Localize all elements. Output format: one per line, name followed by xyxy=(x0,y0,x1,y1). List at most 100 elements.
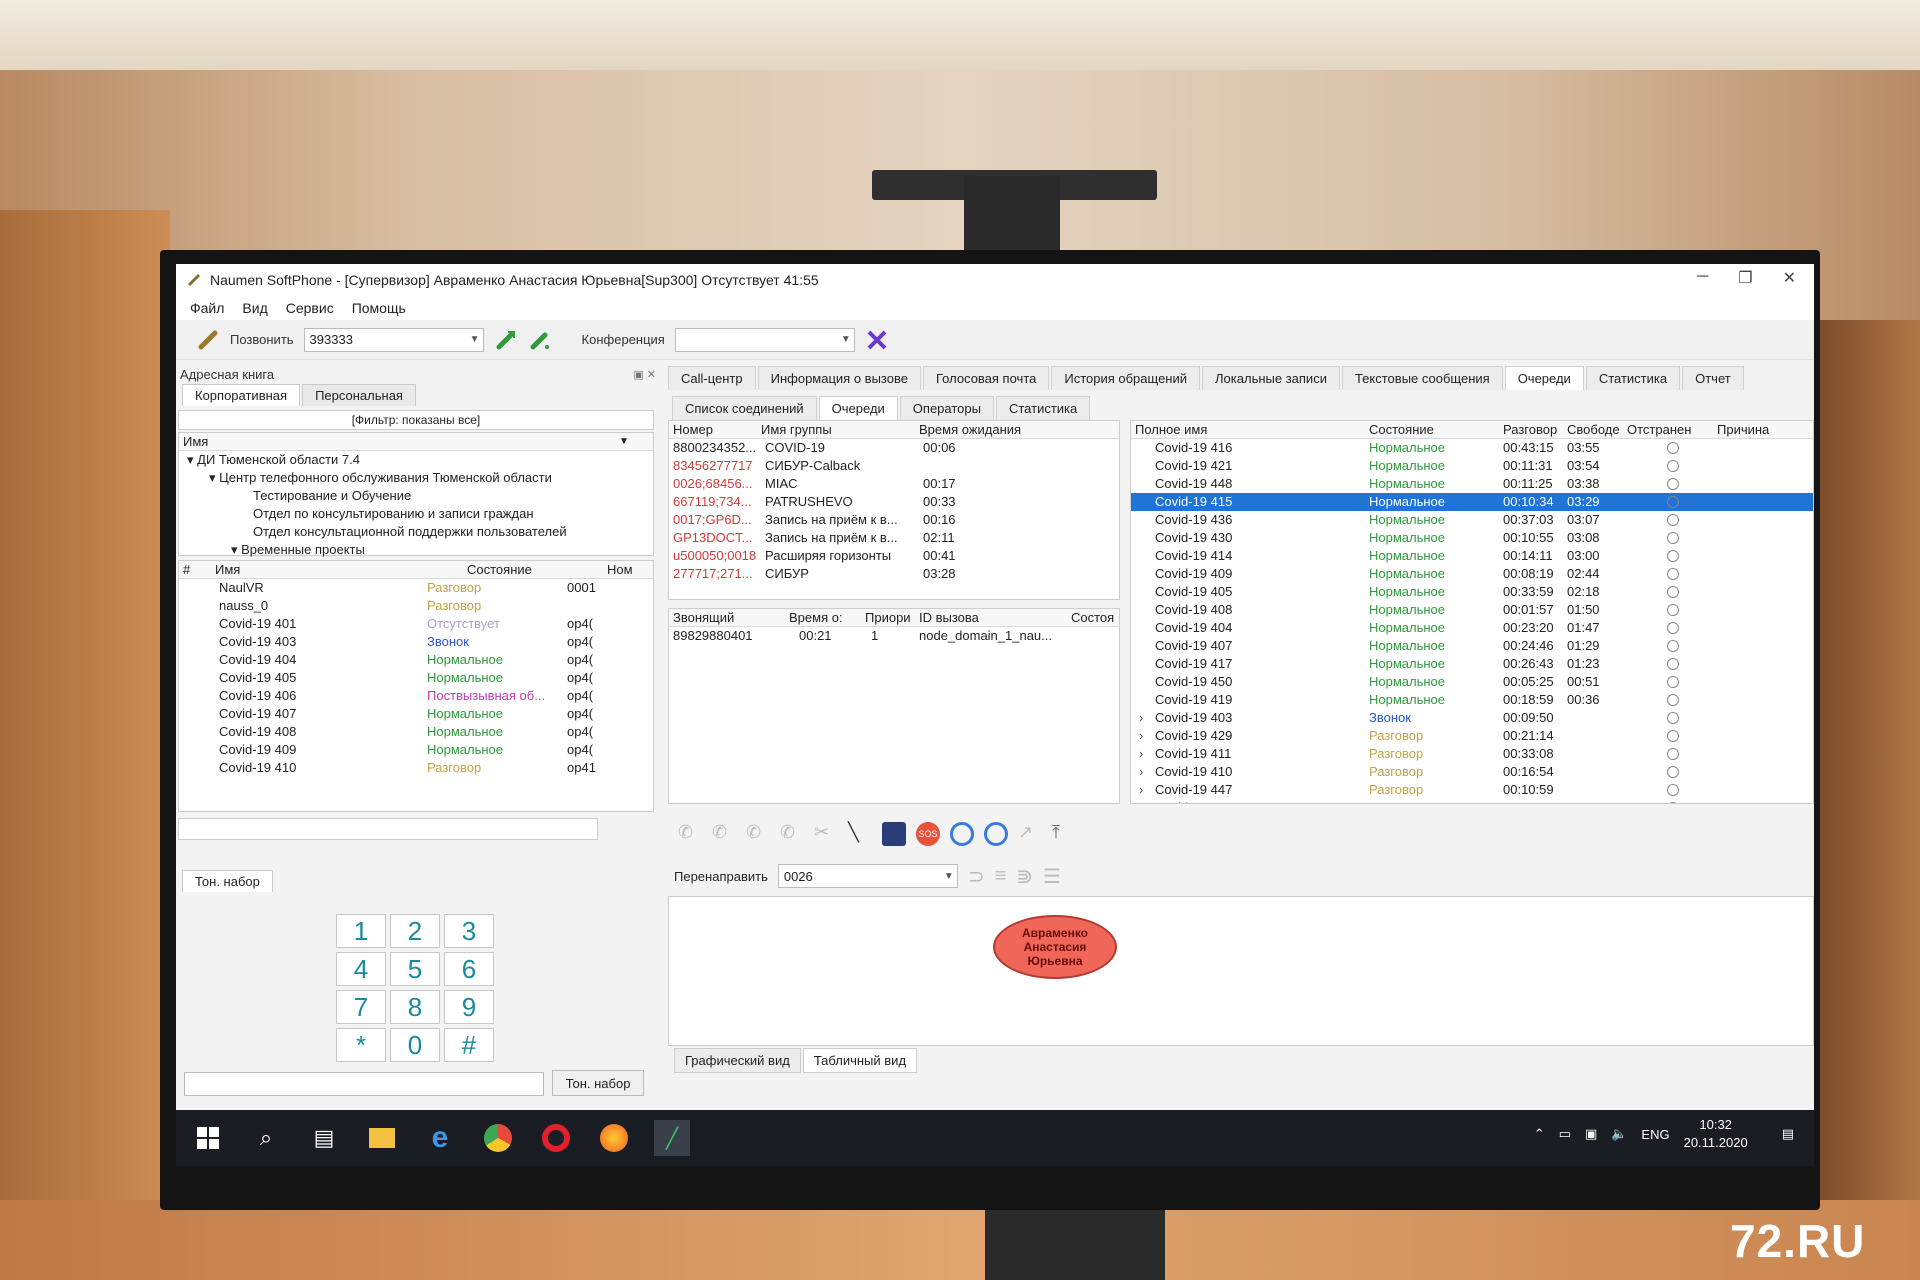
sub-tab[interactable]: Список соединений xyxy=(672,396,817,420)
suspend-radio[interactable] xyxy=(1667,802,1679,803)
table-row[interactable]: Covid-19 404 Нормальное op4( xyxy=(179,651,653,669)
notifications-icon[interactable]: ▤ xyxy=(1782,1126,1794,1142)
table-row[interactable]: Covid-19 409 Нормальное op4( xyxy=(179,741,653,759)
conference-input[interactable]: ▼ xyxy=(674,327,855,352)
dial-key[interactable]: 2 xyxy=(390,914,440,948)
network-icon[interactable]: ▣ xyxy=(1585,1126,1597,1142)
table-row[interactable]: › Covid-19 447 Разговор 00:10:59 xyxy=(1131,781,1813,799)
hangup-icon[interactable]: ╲ xyxy=(848,822,872,846)
suspend-radio[interactable] xyxy=(1667,658,1679,670)
suspend-radio[interactable] xyxy=(1667,604,1679,616)
table-row[interactable]: Covid-19 417 Нормальное 00:26:43 01:23 xyxy=(1131,655,1813,673)
main-tab[interactable]: Текстовые сообщения xyxy=(1341,366,1503,390)
pickup-icon[interactable]: ⤒ xyxy=(1052,822,1076,846)
firefox-icon[interactable] xyxy=(596,1120,632,1156)
col-suspended[interactable]: Отстранен xyxy=(1627,422,1717,437)
dial-key[interactable]: 0 xyxy=(390,1028,440,1062)
table-row[interactable]: 277717;271... СИБУР 03:28 xyxy=(669,565,1119,583)
suspend-radio[interactable] xyxy=(1667,748,1679,760)
suspend-radio[interactable] xyxy=(1667,442,1679,454)
table-row[interactable]: GP13DOCT... Запись на приём к в... 02:11 xyxy=(669,529,1119,547)
tone-dial-button[interactable]: Тон. набор xyxy=(552,1070,644,1096)
monitor-icon[interactable] xyxy=(950,822,974,846)
suspend-radio[interactable] xyxy=(1667,514,1679,526)
table-row[interactable]: 8800234352... COVID-19 00:06 xyxy=(669,439,1119,457)
suspend-radio[interactable] xyxy=(1667,478,1679,490)
col-name[interactable]: Имя xyxy=(215,562,467,577)
task-view-icon[interactable]: ▤ xyxy=(306,1120,342,1156)
col-state[interactable]: Состояние xyxy=(467,562,607,577)
dial-key[interactable]: 4 xyxy=(336,952,386,986)
main-tab[interactable]: Очереди xyxy=(1504,366,1584,390)
suspend-radio[interactable] xyxy=(1667,586,1679,598)
tone-dial-input[interactable] xyxy=(184,1072,544,1096)
table-row[interactable]: Covid-19 405 Нормальное 00:33:59 02:18 xyxy=(1131,583,1813,601)
volume-icon[interactable]: 🔈 xyxy=(1611,1126,1627,1142)
expand-icon[interactable]: › xyxy=(1131,727,1155,745)
contacts-search-input[interactable] xyxy=(178,818,598,840)
chevron-down-icon[interactable]: ▼ xyxy=(619,433,629,451)
tree-node[interactable]: ▾ ДИ Тюменской области 7.4 xyxy=(179,451,653,469)
suspend-radio[interactable] xyxy=(1667,568,1679,580)
consult-icon[interactable]: ✆ xyxy=(780,822,804,846)
col-call-state[interactable]: Состоя xyxy=(1071,610,1119,625)
col-queue-number[interactable]: Номер xyxy=(669,422,761,437)
hold-icon[interactable]: ✆ xyxy=(712,822,736,846)
panel-close-icon[interactable]: ▣ ✕ xyxy=(633,368,660,381)
col-priority[interactable]: Приори xyxy=(865,610,919,625)
col-reason[interactable]: Причина xyxy=(1717,422,1797,437)
menu-help[interactable]: Помощь xyxy=(352,300,406,316)
search-icon[interactable]: ⌕ xyxy=(248,1120,284,1156)
dial-key[interactable]: 7 xyxy=(336,990,386,1024)
minimize-icon[interactable]: ─ xyxy=(1697,268,1708,288)
supervisor-bubble[interactable]: Авраменко Анастасия Юрьевна xyxy=(993,915,1117,979)
tray-chevron-up-icon[interactable]: ⌃ xyxy=(1534,1126,1545,1142)
redirect-input[interactable]: 0026 ▼ xyxy=(777,864,958,888)
menu-file[interactable]: Файл xyxy=(190,300,224,316)
suspend-radio[interactable] xyxy=(1667,532,1679,544)
table-row[interactable]: Covid-19 436 Нормальное 00:37:03 03:07 xyxy=(1131,511,1813,529)
expand-icon[interactable]: › xyxy=(1131,745,1155,763)
table-row[interactable]: Covid-19 414 Нормальное 00:14:11 03:00 xyxy=(1131,547,1813,565)
language-indicator[interactable]: ENG xyxy=(1641,1127,1669,1142)
tab-corporate[interactable]: Корпоративная xyxy=(182,384,301,406)
suspend-radio[interactable] xyxy=(1667,496,1679,508)
chrome-icon[interactable] xyxy=(480,1120,516,1156)
col-group-name[interactable]: Имя группы xyxy=(761,422,919,437)
col-free-time[interactable]: Свободе xyxy=(1567,422,1627,437)
tree-node[interactable]: ▾ Временные проекты xyxy=(179,541,653,559)
table-row[interactable]: Covid-19 408 Нормальное op4( xyxy=(179,723,653,741)
clock[interactable]: 10:32 20.11.2020 xyxy=(1684,1116,1748,1152)
tree-node[interactable]: ▾ Центр телефонного обслуживания Тюменск… xyxy=(179,469,653,487)
table-row[interactable]: Covid-19 408 Нормальное 00:01:57 01:50 xyxy=(1131,601,1813,619)
dial-options-icon[interactable] xyxy=(528,328,552,352)
col-index[interactable]: # xyxy=(179,562,215,577)
sub-tab[interactable]: Статистика xyxy=(995,396,1091,420)
filter-bar[interactable]: [Фильтр: показаны все] xyxy=(178,410,654,430)
suspend-radio[interactable] xyxy=(1667,640,1679,652)
tree-header[interactable]: Имя ▼ xyxy=(179,433,653,451)
chevron-down-icon[interactable]: ▼ xyxy=(467,334,483,345)
table-row[interactable]: Covid-19 419 Нормальное 00:18:59 00:36 xyxy=(1131,691,1813,709)
conference-cancel-icon[interactable] xyxy=(865,328,889,352)
suspend-radio[interactable] xyxy=(1667,784,1679,796)
menu-service[interactable]: Сервис xyxy=(286,300,334,316)
windows-start-icon[interactable] xyxy=(190,1120,226,1156)
main-tab[interactable]: Call-центр xyxy=(668,366,756,390)
internet-explorer-icon[interactable]: e xyxy=(422,1120,458,1156)
tab-graphic-view[interactable]: Графический вид xyxy=(674,1048,801,1073)
tab-table-view[interactable]: Табличный вид xyxy=(802,1048,918,1073)
softphone-taskbar-icon[interactable]: ╱ xyxy=(654,1120,690,1156)
redirect-queue-icon[interactable]: ⋑ xyxy=(1016,864,1033,889)
tree-node[interactable]: Отдел консультационной поддержки пользов… xyxy=(179,523,653,541)
main-tab[interactable]: Отчет xyxy=(1682,366,1744,390)
dial-key[interactable]: 5 xyxy=(390,952,440,986)
table-row[interactable]: 667119;734... PATRUSHEVO 00:33 xyxy=(669,493,1119,511)
split-icon[interactable]: ✂ xyxy=(814,822,838,846)
tab-tone-dial[interactable]: Тон. набор xyxy=(182,870,273,892)
expand-icon[interactable]: › xyxy=(1131,799,1155,803)
expand-icon[interactable]: › xyxy=(1131,781,1155,799)
table-row[interactable]: Covid-19 403 Звонок op4( xyxy=(179,633,653,651)
table-row[interactable]: › Covid-19 411 Разговор 00:33:08 xyxy=(1131,745,1813,763)
table-row[interactable]: Covid-19 406 Поствызывная об... op4( xyxy=(179,687,653,705)
